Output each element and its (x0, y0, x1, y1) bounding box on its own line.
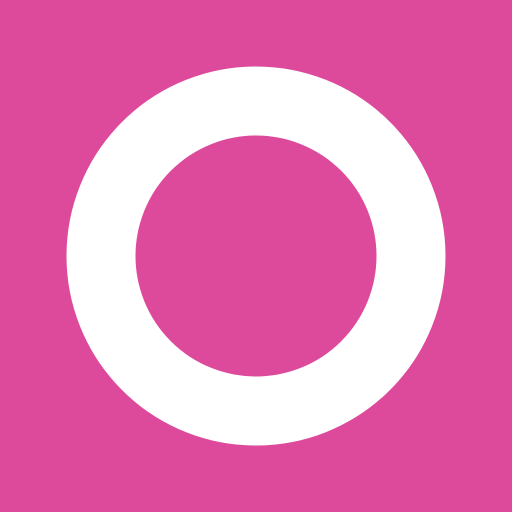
logo-ring (66, 66, 446, 446)
ring-logo-icon (66, 66, 446, 446)
app-icon-tile (0, 0, 512, 512)
